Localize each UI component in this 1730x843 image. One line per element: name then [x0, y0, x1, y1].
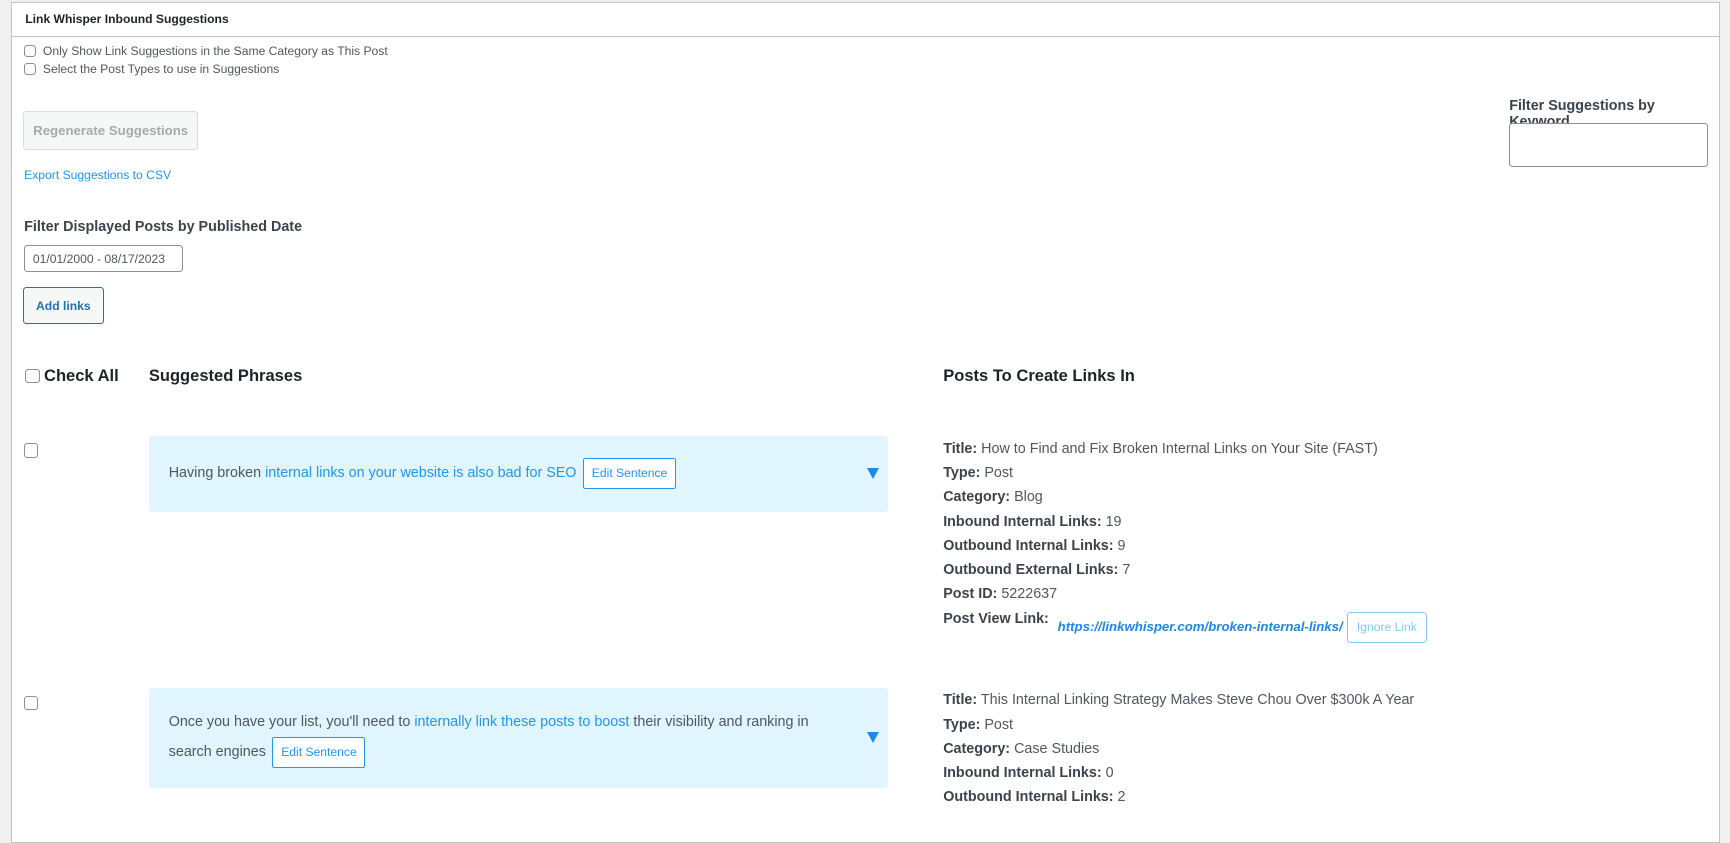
row-checkbox[interactable]: [24, 443, 39, 458]
posts-header: Posts To Create Links In: [943, 366, 1135, 386]
same-category-checkbox[interactable]: [24, 44, 37, 58]
date-range-input[interactable]: 01/01/2000 - 08/17/2023: [24, 244, 184, 273]
post-category: Case Studies: [1014, 740, 1100, 757]
ignore-link-button[interactable]: Ignore Link: [1347, 612, 1427, 643]
post-title: This Internal Linking Strategy Makes Ste…: [980, 692, 1415, 709]
post-types-label: Select the Post Types to use in Suggesti…: [42, 61, 280, 76]
panel-title: Link Whisper Inbound Suggestions: [12, 3, 1719, 38]
regenerate-suggestions-button[interactable]: Regenerate Suggestions: [23, 111, 199, 150]
outbound-internal-count: 2: [1117, 789, 1126, 806]
post-title: How to Find and Fix Broken Internal Link…: [981, 440, 1378, 457]
check-all-label: Check All: [44, 366, 119, 386]
post-type: Post: [984, 716, 1014, 733]
post-id: 5222637: [1001, 586, 1058, 603]
same-category-option[interactable]: Only Show Link Suggestions in the Same C…: [24, 44, 388, 58]
expand-triangle-icon[interactable]: [867, 468, 880, 480]
phrase-text: Having broken: [168, 465, 266, 482]
inbound-count: 0: [1105, 765, 1114, 782]
export-csv-link[interactable]: Export Suggestions to CSV: [24, 168, 171, 182]
suggested-phrases-header: Suggested Phrases: [148, 366, 303, 386]
outbound-internal-count: 9: [1117, 537, 1126, 554]
expand-triangle-icon[interactable]: [867, 732, 880, 744]
check-all-checkbox[interactable]: [25, 369, 40, 384]
add-links-button[interactable]: Add links: [23, 286, 104, 325]
edit-sentence-button[interactable]: Edit Sentence: [272, 736, 366, 768]
post-view-link[interactable]: https://linkwhisper.com/broken-internal-…: [1058, 615, 1343, 639]
post-info: Title: How to Find and Fix Broken Intern…: [943, 437, 1427, 643]
post-info: Title: This Internal Linking Strategy Ma…: [943, 692, 1415, 806]
inbound-count: 19: [1105, 513, 1122, 530]
keyword-filter-input[interactable]: [1509, 123, 1708, 168]
same-category-label: Only Show Link Suggestions in the Same C…: [42, 44, 388, 59]
outbound-external-count: 7: [1122, 562, 1131, 579]
phrase-anchor: internal links on your website is also b…: [265, 465, 577, 482]
suggested-phrase: Once you have your list, you'll need to …: [148, 688, 889, 788]
row-checkbox[interactable]: [24, 696, 39, 711]
check-all[interactable]: Check All: [25, 366, 119, 386]
post-types-option[interactable]: Select the Post Types to use in Suggesti…: [24, 62, 279, 76]
date-filter-label: Filter Displayed Posts by Published Date: [24, 219, 303, 236]
phrase-anchor: internally link these posts to boost: [414, 714, 630, 731]
edit-sentence-button[interactable]: Edit Sentence: [583, 458, 677, 490]
post-category: Blog: [1014, 489, 1043, 506]
phrase-text: Once you have your list, you'll need to: [168, 714, 415, 731]
suggested-phrase: Having broken internal links on your web…: [148, 435, 889, 512]
post-types-checkbox[interactable]: [24, 62, 37, 75]
inbound-suggestions-panel: Link Whisper Inbound Suggestions Only Sh…: [11, 2, 1720, 843]
post-type: Post: [984, 465, 1014, 482]
